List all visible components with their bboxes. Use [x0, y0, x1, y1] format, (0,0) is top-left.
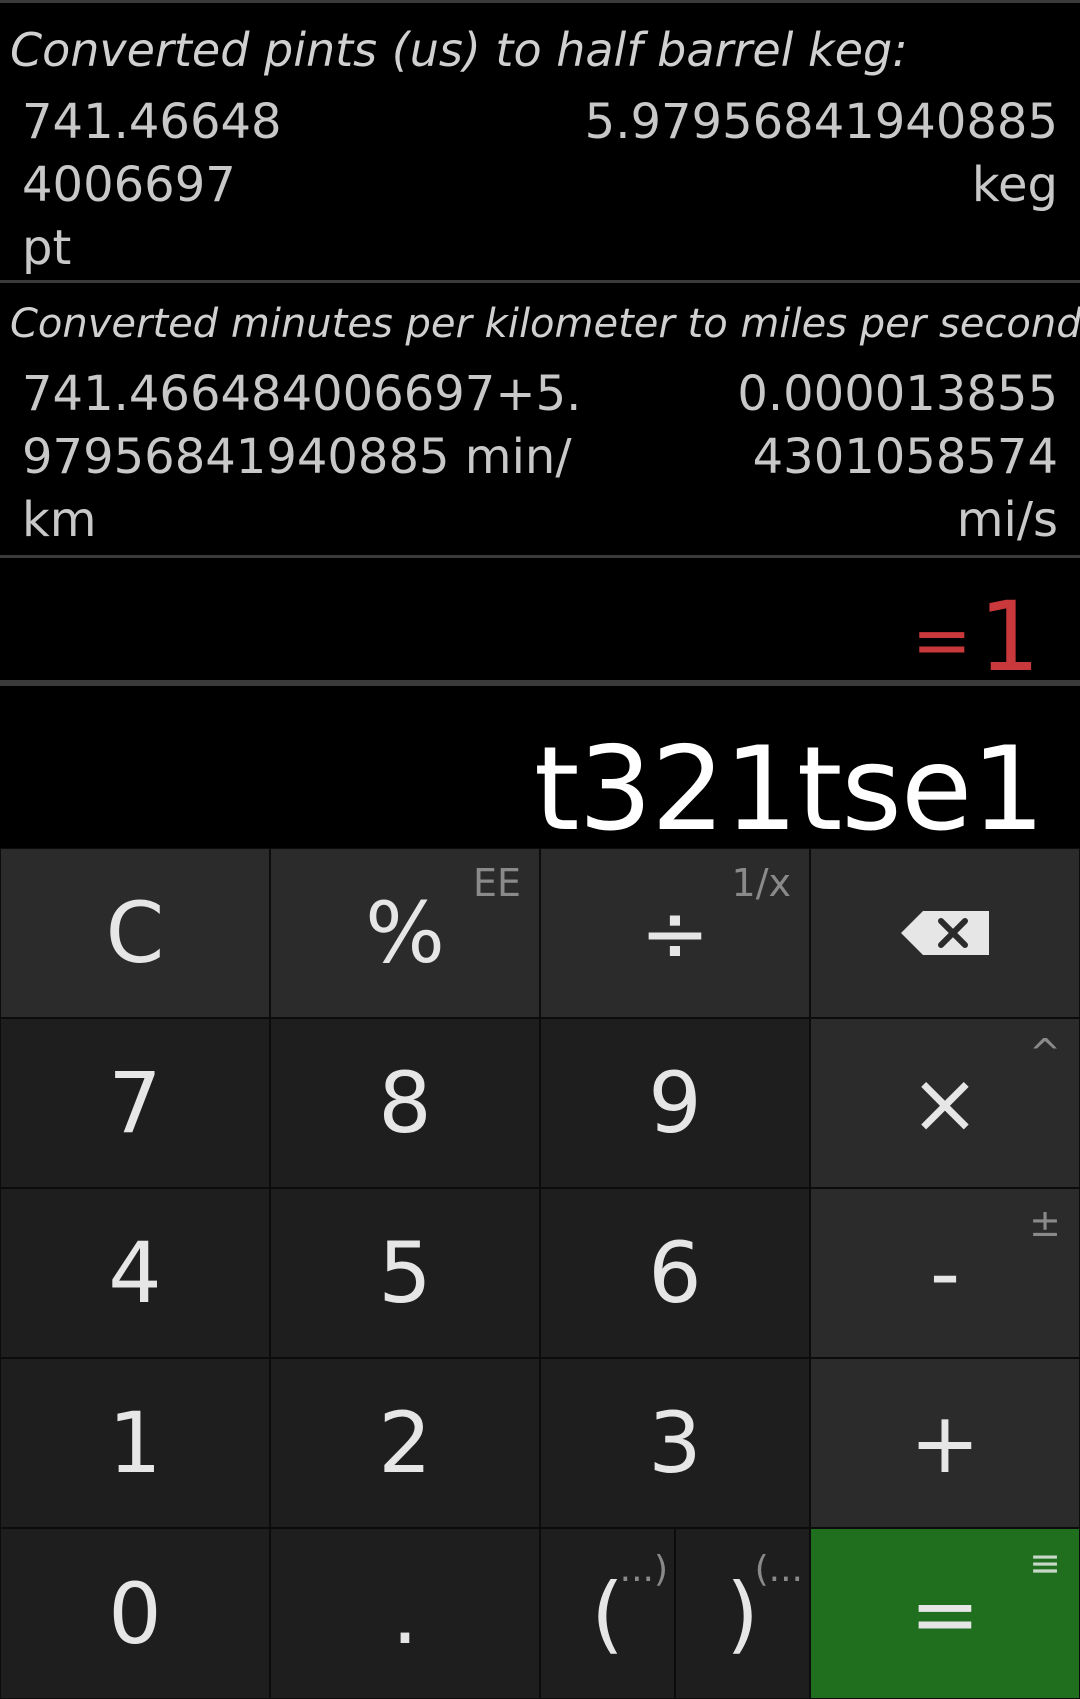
plus-button[interactable]: + [810, 1358, 1080, 1528]
history-input-value: 741.466484006697+5. 97956841940885 min/ … [22, 366, 582, 548]
expression-input[interactable]: t321tse1 [534, 722, 1045, 857]
digit-7-button[interactable]: 7 [0, 1018, 270, 1188]
keypad: C % EE ÷ 1/x 7 8 9 × ^ 4 5 6 - ± 1 2 3 +… [0, 848, 1080, 1699]
digit-6-button[interactable]: 6 [540, 1188, 810, 1358]
digit-3-button[interactable]: 3 [540, 1358, 810, 1528]
divide-button[interactable]: ÷ 1/x [540, 848, 810, 1018]
open-paren-button[interactable]: ( ...) [540, 1528, 675, 1699]
digit-4-button[interactable]: 4 [0, 1188, 270, 1358]
expression-display[interactable]: t321tse1 [0, 680, 1080, 857]
result-display: = 1 [0, 555, 1080, 693]
clear-button[interactable]: C [0, 848, 270, 1018]
ee-secondary-label: EE [472, 861, 521, 905]
history-title: Converted minutes per kilometer to miles… [10, 301, 1080, 347]
result-equals-sign: = [911, 598, 972, 682]
history-entry[interactable]: Converted pints (us) to half barrel keg:… [0, 0, 1080, 283]
history-entry[interactable]: Converted minutes per kilometer to miles… [0, 280, 1080, 558]
digit-9-button[interactable]: 9 [540, 1018, 810, 1188]
digit-0-button[interactable]: 0 [0, 1528, 270, 1699]
multiply-button[interactable]: × ^ [810, 1018, 1080, 1188]
open-paren-secondary-label: ...) [619, 1549, 668, 1590]
history-input-value: 741.46648 4006697 pt [22, 94, 282, 276]
backspace-icon [901, 911, 989, 955]
power-secondary-label: ^ [1029, 1031, 1061, 1075]
equals-button[interactable]: = ≡ [810, 1528, 1080, 1699]
digit-1-button[interactable]: 1 [0, 1358, 270, 1528]
reciprocal-secondary-label: 1/x [731, 861, 791, 905]
digit-8-button[interactable]: 8 [270, 1018, 540, 1188]
percent-button[interactable]: % EE [270, 848, 540, 1018]
history-output-value: 0.000013855 4301058574 mi/s [737, 366, 1058, 548]
history-output-value: 5.97956841940885 keg [584, 94, 1058, 213]
result-value: 1 [978, 581, 1040, 693]
decimal-point-button[interactable]: . [270, 1528, 540, 1699]
menu-icon: ≡ [1029, 1541, 1061, 1585]
digit-5-button[interactable]: 5 [270, 1188, 540, 1358]
history-title: Converted pints (us) to half barrel keg: [10, 23, 908, 77]
digit-2-button[interactable]: 2 [270, 1358, 540, 1528]
close-paren-secondary-label: (... [754, 1549, 803, 1590]
close-paren-button[interactable]: ) (... [675, 1528, 810, 1699]
backspace-button[interactable] [810, 848, 1080, 1018]
minus-button[interactable]: - ± [810, 1188, 1080, 1358]
plus-minus-secondary-label: ± [1029, 1201, 1061, 1245]
